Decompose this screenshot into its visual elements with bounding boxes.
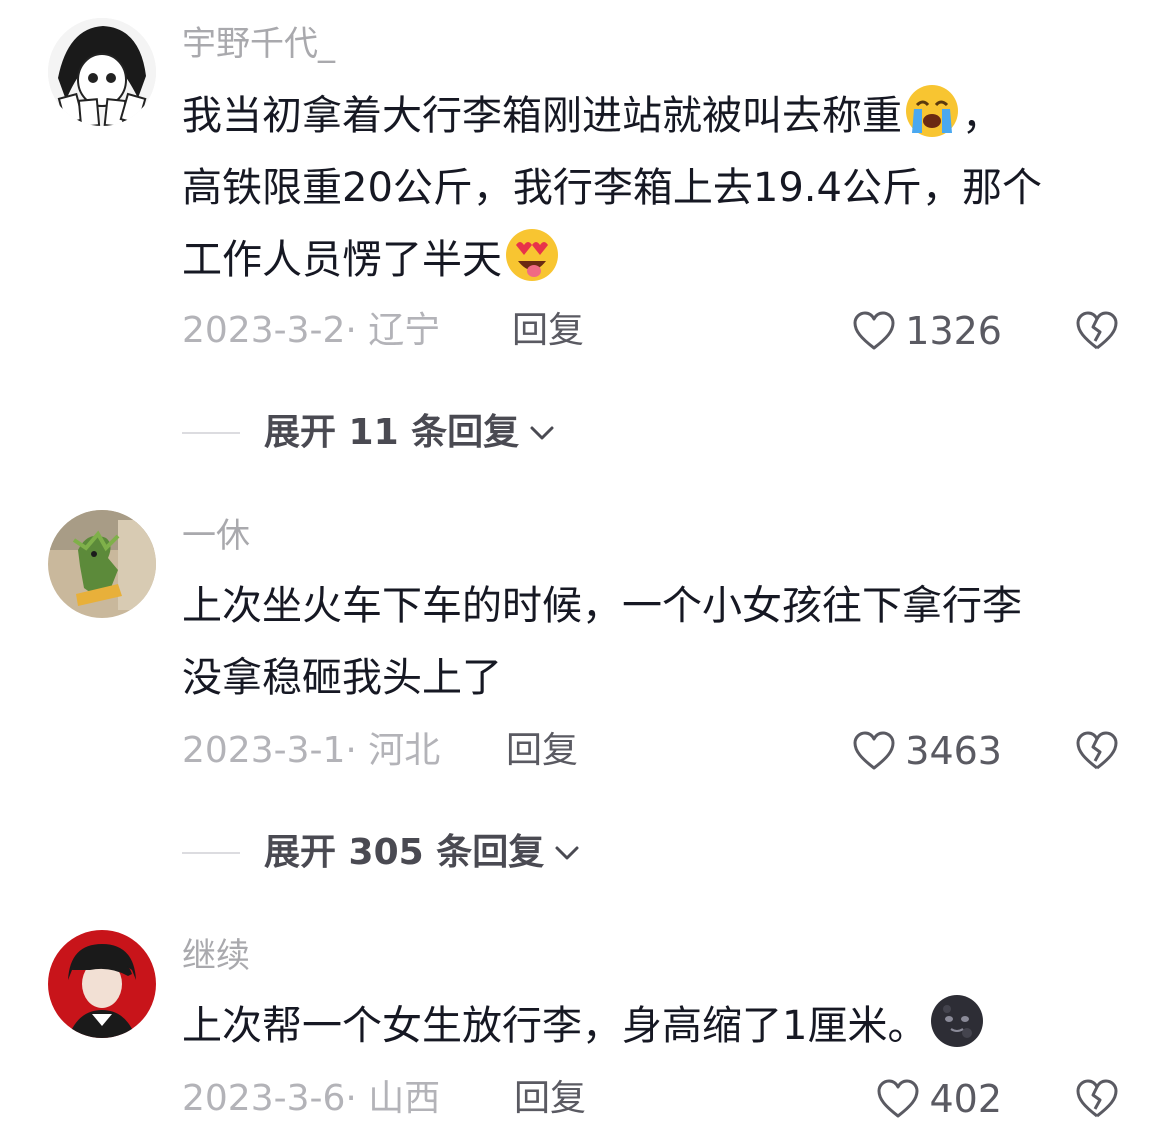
avatar[interactable]	[48, 18, 156, 126]
comment-line: 没拿稳砸我头上了	[182, 655, 502, 701]
comment-line: 上次坐火车下车的时候，一个小女孩往下拿行李	[182, 583, 1022, 629]
new-moon-face-icon	[931, 995, 984, 1047]
star-struck-face-icon	[506, 229, 558, 281]
username[interactable]: 宇野千代_	[182, 24, 335, 64]
like-button[interactable]: 3463	[851, 726, 1002, 776]
chevron-down-icon	[555, 846, 579, 860]
comment-text: 上次帮一个女生放行李，身高缩了1厘米。	[182, 990, 1142, 1062]
comment-date-location: 2023-3-6· 山西	[182, 1078, 441, 1119]
reply-button[interactable]: 回复	[514, 1074, 586, 1124]
comment-meta: 2023-3-1· 河北 回复 3463	[182, 726, 1142, 776]
expand-replies-button[interactable]: 展开 11 条回复	[182, 408, 557, 458]
username[interactable]: 一休	[182, 516, 250, 556]
like-button[interactable]: 402	[875, 1074, 1002, 1124]
comment-line: 高铁限重20公斤，我行李箱上去19.4公斤，那个	[182, 165, 1042, 211]
like-count: 3463	[905, 729, 1002, 773]
comment-date-location: 2023-3-2· 辽宁	[182, 310, 441, 351]
comment-meta: 2023-3-2· 辽宁 回复 1326	[182, 306, 1142, 356]
chevron-down-icon	[530, 426, 554, 440]
reply-button[interactable]: 回复	[512, 306, 584, 356]
comment-text: 上次坐火车下车的时候，一个小女孩往下拿行李 没拿稳砸我头上了	[182, 570, 1142, 714]
comment-line: 上次帮一个女生放行李，身高缩了1厘米。	[182, 1003, 928, 1049]
comment-line: 工作人员愣了半天	[182, 237, 502, 283]
avatar[interactable]	[48, 930, 156, 1038]
loudly-crying-face-icon	[906, 85, 958, 137]
reply-button[interactable]: 回复	[506, 726, 578, 776]
heart-icon	[877, 1079, 919, 1118]
username[interactable]: 继续	[182, 936, 250, 976]
comment-text: 我当初拿着大行李箱刚进站就被叫去称重 ， 高铁限重20公斤，我行李箱上去19.4…	[182, 80, 1142, 296]
expand-replies-label: 展开 305 条回复	[264, 832, 545, 873]
like-button[interactable]: 1326	[851, 306, 1002, 356]
broken-heart-icon[interactable]	[1074, 1076, 1120, 1122]
divider	[182, 852, 240, 854]
divider	[182, 432, 240, 434]
expand-replies-label: 展开 11 条回复	[264, 412, 520, 453]
heart-icon	[853, 731, 895, 770]
like-count: 1326	[905, 309, 1002, 353]
comment-meta: 2023-3-6· 山西 回复 402	[182, 1074, 1142, 1124]
like-count: 402	[929, 1077, 1002, 1121]
broken-heart-icon[interactable]	[1074, 728, 1120, 774]
comment-line: 我当初拿着大行李箱刚进站就被叫去称重	[182, 93, 902, 139]
comment-line: ，	[962, 93, 1002, 139]
broken-heart-icon[interactable]	[1074, 308, 1120, 354]
comment-date-location: 2023-3-1· 河北	[182, 730, 441, 771]
heart-icon	[853, 311, 895, 350]
avatar[interactable]	[48, 510, 156, 618]
expand-replies-button[interactable]: 展开 305 条回复	[182, 828, 582, 878]
